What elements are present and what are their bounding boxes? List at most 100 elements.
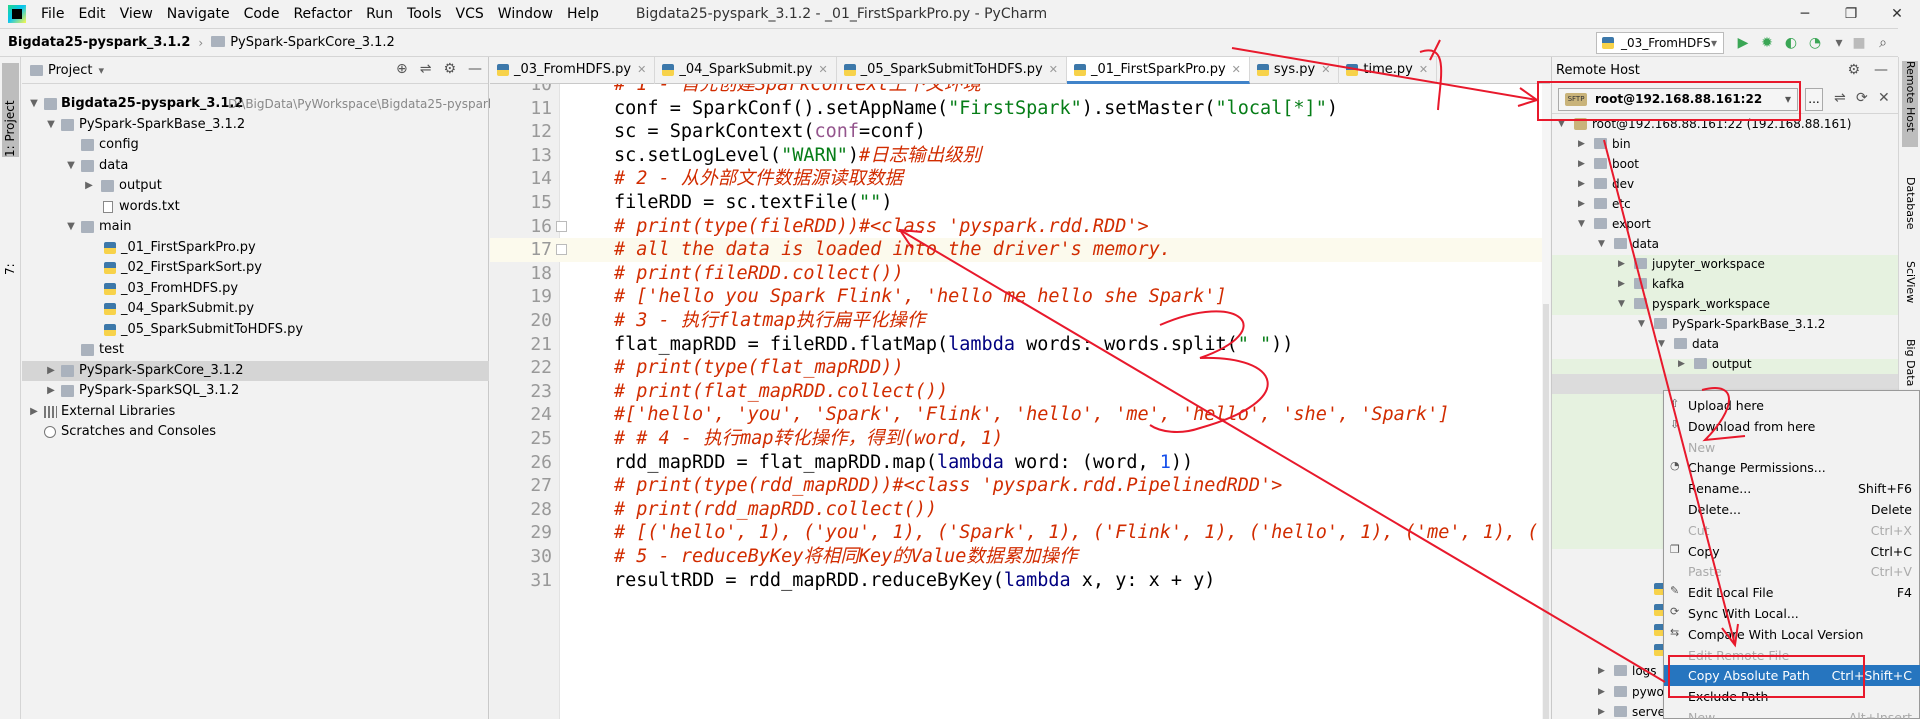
tree-item-file[interactable]: _02_FirstSparkSort.py bbox=[22, 258, 489, 278]
remote-tree-item[interactable]: ▶ etc bbox=[1552, 194, 1899, 214]
tree-item-file[interactable]: _05_SparkSubmitToHDFS.py bbox=[22, 320, 489, 340]
minimize-button[interactable]: ─ bbox=[1782, 0, 1828, 28]
tree-item-config[interactable]: config bbox=[22, 135, 489, 155]
chevron-right-icon[interactable]: ▶ bbox=[45, 361, 57, 381]
menu-window[interactable]: Window bbox=[491, 0, 560, 28]
tree-item-test[interactable]: test bbox=[22, 340, 489, 360]
tab-sciview[interactable]: SciView bbox=[1902, 261, 1918, 313]
code-line[interactable]: 10 # 1 - 首先创建SparkContext上下文环境 bbox=[490, 84, 1550, 97]
host-selector[interactable]: SFTP root@192.168.88.161:22 ▾ bbox=[1558, 88, 1798, 111]
tab-database[interactable]: Database bbox=[1902, 177, 1918, 239]
chevron-right-icon[interactable]: ▶ bbox=[1598, 661, 1605, 681]
chevron-right-icon[interactable]: ▶ bbox=[28, 402, 40, 422]
menu-item-download-from-here[interactable]: ⇩ Download from here bbox=[1664, 416, 1920, 437]
chevron-down-icon[interactable]: ▼ bbox=[65, 156, 77, 176]
code-line[interactable]: 19 # ['hello you Spark Flink', 'hello me … bbox=[490, 285, 1550, 309]
project-panel-title[interactable]: Project bbox=[48, 63, 92, 78]
stop-icon[interactable]: ■ bbox=[1850, 34, 1868, 52]
tree-item-file[interactable]: _01_FirstSparkPro.py bbox=[22, 238, 489, 258]
remote-tree-item[interactable]: ▶ jupyter_workspace bbox=[1552, 254, 1899, 274]
close-icon[interactable]: ✕ bbox=[1419, 63, 1428, 76]
profile-icon[interactable]: ◔ bbox=[1806, 34, 1824, 52]
chevron-right-icon[interactable]: ▶ bbox=[45, 381, 57, 401]
chevron-down-icon[interactable]: ▾ bbox=[98, 64, 104, 77]
code-line[interactable]: 23 # print(flat_mapRDD.collect()) bbox=[490, 380, 1550, 404]
code-line[interactable]: 24 #['hello', 'you', 'Spark', 'Flink', 'h… bbox=[490, 403, 1550, 427]
run-icon[interactable]: ▶ bbox=[1734, 34, 1752, 52]
menu-item-edit-local-file[interactable]: ✎ Edit Local File F4 bbox=[1664, 582, 1920, 603]
tab-project[interactable]: 1: Project bbox=[2, 63, 19, 157]
editor-scrollbar[interactable] bbox=[1542, 84, 1550, 719]
remote-tree-item[interactable]: ▶ boot bbox=[1552, 154, 1899, 174]
tree-item-main[interactable]: ▼ main bbox=[22, 217, 489, 237]
tree-item-sparkcore[interactable]: ▶ PySpark-SparkCore_3.1.2 bbox=[22, 360, 489, 381]
chevron-right-icon[interactable]: ▶ bbox=[1578, 134, 1585, 154]
chevron-down-icon[interactable]: ▼ bbox=[1598, 234, 1605, 254]
code-line[interactable]: 29 # [('hello', 1), ('you', 1), ('Spark',… bbox=[490, 521, 1550, 545]
chevron-right-icon[interactable]: ▶ bbox=[1598, 702, 1605, 719]
locate-icon[interactable]: ⊕ bbox=[396, 61, 408, 77]
remote-tree-item[interactable]: ▼ pyspark_workspace bbox=[1552, 294, 1899, 314]
gear-icon[interactable]: ⚙ bbox=[1847, 57, 1860, 84]
close-button[interactable]: ✕ bbox=[1874, 0, 1920, 28]
tree-item-scratches[interactable]: Scratches and Consoles bbox=[22, 422, 489, 442]
collapse-all-icon[interactable]: ⇌ bbox=[420, 61, 432, 77]
chevron-right-icon[interactable]: ▶ bbox=[83, 176, 95, 196]
code-line[interactable]: 26 rdd_mapRDD = flat_mapRDD.map(lambda wo… bbox=[490, 451, 1550, 475]
code-line[interactable]: 21 flat_mapRDD = fileRDD.flatMap(lambda w… bbox=[490, 333, 1550, 357]
code-line[interactable]: 17 # all the data is loaded into the driv… bbox=[490, 238, 1550, 262]
chevron-down-icon[interactable]: ▼ bbox=[1618, 294, 1625, 314]
close-icon[interactable]: ✕ bbox=[637, 63, 646, 76]
chevron-down-icon[interactable]: ▼ bbox=[1558, 114, 1565, 134]
chevron-down-icon[interactable]: ▼ bbox=[1578, 214, 1585, 234]
code-area[interactable]: 10 # 1 - 首先创建SparkContext上下文环境 11 conf = Sp… bbox=[490, 84, 1550, 719]
tab-05-sparksubmittohdfs[interactable]: _05_SparkSubmitToHDFS.py ✕ bbox=[837, 57, 1067, 84]
menu-item-new[interactable]: New bbox=[1664, 437, 1920, 458]
menu-tools[interactable]: Tools bbox=[400, 0, 449, 28]
chevron-right-icon[interactable]: ▶ bbox=[1578, 194, 1585, 214]
chevron-down-icon[interactable]: ▼ bbox=[1638, 314, 1645, 334]
code-line[interactable]: 11 conf = SparkConf().setAppName("FirstSp… bbox=[490, 97, 1550, 121]
tab-04-sparksubmit[interactable]: _04_SparkSubmit.py ✕ bbox=[655, 57, 837, 84]
chevron-down-icon[interactable]: ▼ bbox=[1658, 334, 1665, 354]
chevron-right-icon[interactable]: ▶ bbox=[1678, 354, 1685, 374]
code-line[interactable]: 13 sc.setLogLevel("WARN")#日志输出级别 bbox=[490, 144, 1550, 168]
hide-icon[interactable]: — bbox=[1874, 57, 1888, 84]
remote-tree-item[interactable]: ▶ output bbox=[1552, 354, 1899, 374]
tree-item-sparksql[interactable]: ▶ PySpark-SparkSQL_3.1.2 bbox=[22, 381, 489, 401]
browse-servers-button[interactable]: ... bbox=[1805, 88, 1823, 111]
menu-refactor[interactable]: Refactor bbox=[286, 0, 359, 28]
code-line[interactable]: 12 sc = SparkContext(conf=conf) bbox=[490, 120, 1550, 144]
tree-item-output[interactable]: ▶ output bbox=[22, 176, 489, 196]
remote-tree-item[interactable]: ▶ kafka bbox=[1552, 274, 1899, 294]
run-dropdown-icon[interactable]: ▾ bbox=[1830, 34, 1848, 52]
tree-item-file[interactable]: _03_FromHDFS.py bbox=[22, 279, 489, 299]
remote-tree-item[interactable]: ▼ PySpark-SparkBase_3.1.2 bbox=[1552, 314, 1899, 334]
code-line[interactable]: 27 # print(type(rdd_mapRDD))#<class 'pysp… bbox=[490, 474, 1550, 498]
menu-run[interactable]: Run bbox=[359, 0, 400, 28]
code-line[interactable]: 31 resultRDD = rdd_mapRDD.reduceByKey(lam… bbox=[490, 569, 1550, 593]
close-icon[interactable]: ✕ bbox=[1321, 63, 1330, 76]
menu-vcs[interactable]: VCS bbox=[449, 0, 491, 28]
tree-item-external-libraries[interactable]: ▶ External Libraries bbox=[22, 402, 489, 422]
fold-marker-icon[interactable] bbox=[556, 220, 567, 232]
menu-item-new[interactable]: New Alt+Insert bbox=[1664, 707, 1920, 719]
menu-item-exclude-path[interactable]: Exclude Path bbox=[1664, 686, 1920, 707]
code-line[interactable]: 28 # print(rdd_mapRDD.collect()) bbox=[490, 498, 1550, 522]
remote-tree-item[interactable]: ▼ root@192.168.88.161:22 (192.168.88.161) bbox=[1552, 114, 1899, 134]
close-icon[interactable]: ✕ bbox=[1878, 90, 1890, 106]
breadcrumb-module[interactable]: PySpark-SparkCore_3.1.2 bbox=[203, 35, 403, 50]
code-line[interactable]: 14 # 2 - 从外部文件数据源读取数据 bbox=[490, 167, 1550, 191]
chevron-right-icon[interactable]: ▶ bbox=[1598, 682, 1605, 702]
remote-tree-item[interactable]: ▶ bin bbox=[1552, 134, 1899, 154]
code-line[interactable]: 22 # print(type(flat_mapRDD)) bbox=[490, 356, 1550, 380]
close-icon[interactable]: ✕ bbox=[1232, 63, 1241, 76]
menu-item-copy[interactable]: ❐ Copy Ctrl+C bbox=[1664, 541, 1920, 562]
code-line[interactable]: 30 # 5 - reduceByKey将相同Key的Value数据累加操作 bbox=[490, 545, 1550, 569]
code-line[interactable]: 18 # print(fileRDD.collect()) bbox=[490, 262, 1550, 286]
menu-item-edit-remote-file[interactable]: Edit Remote File bbox=[1664, 645, 1920, 666]
menu-item-change-permissions[interactable]: ◔ Change Permissions... bbox=[1664, 457, 1920, 478]
tab-time[interactable]: time.py ✕ bbox=[1339, 57, 1438, 84]
tab-03-fromhdfs[interactable]: _03_FromHDFS.py ✕ bbox=[490, 57, 656, 84]
tree-item-file[interactable]: _04_SparkSubmit.py bbox=[22, 299, 489, 319]
